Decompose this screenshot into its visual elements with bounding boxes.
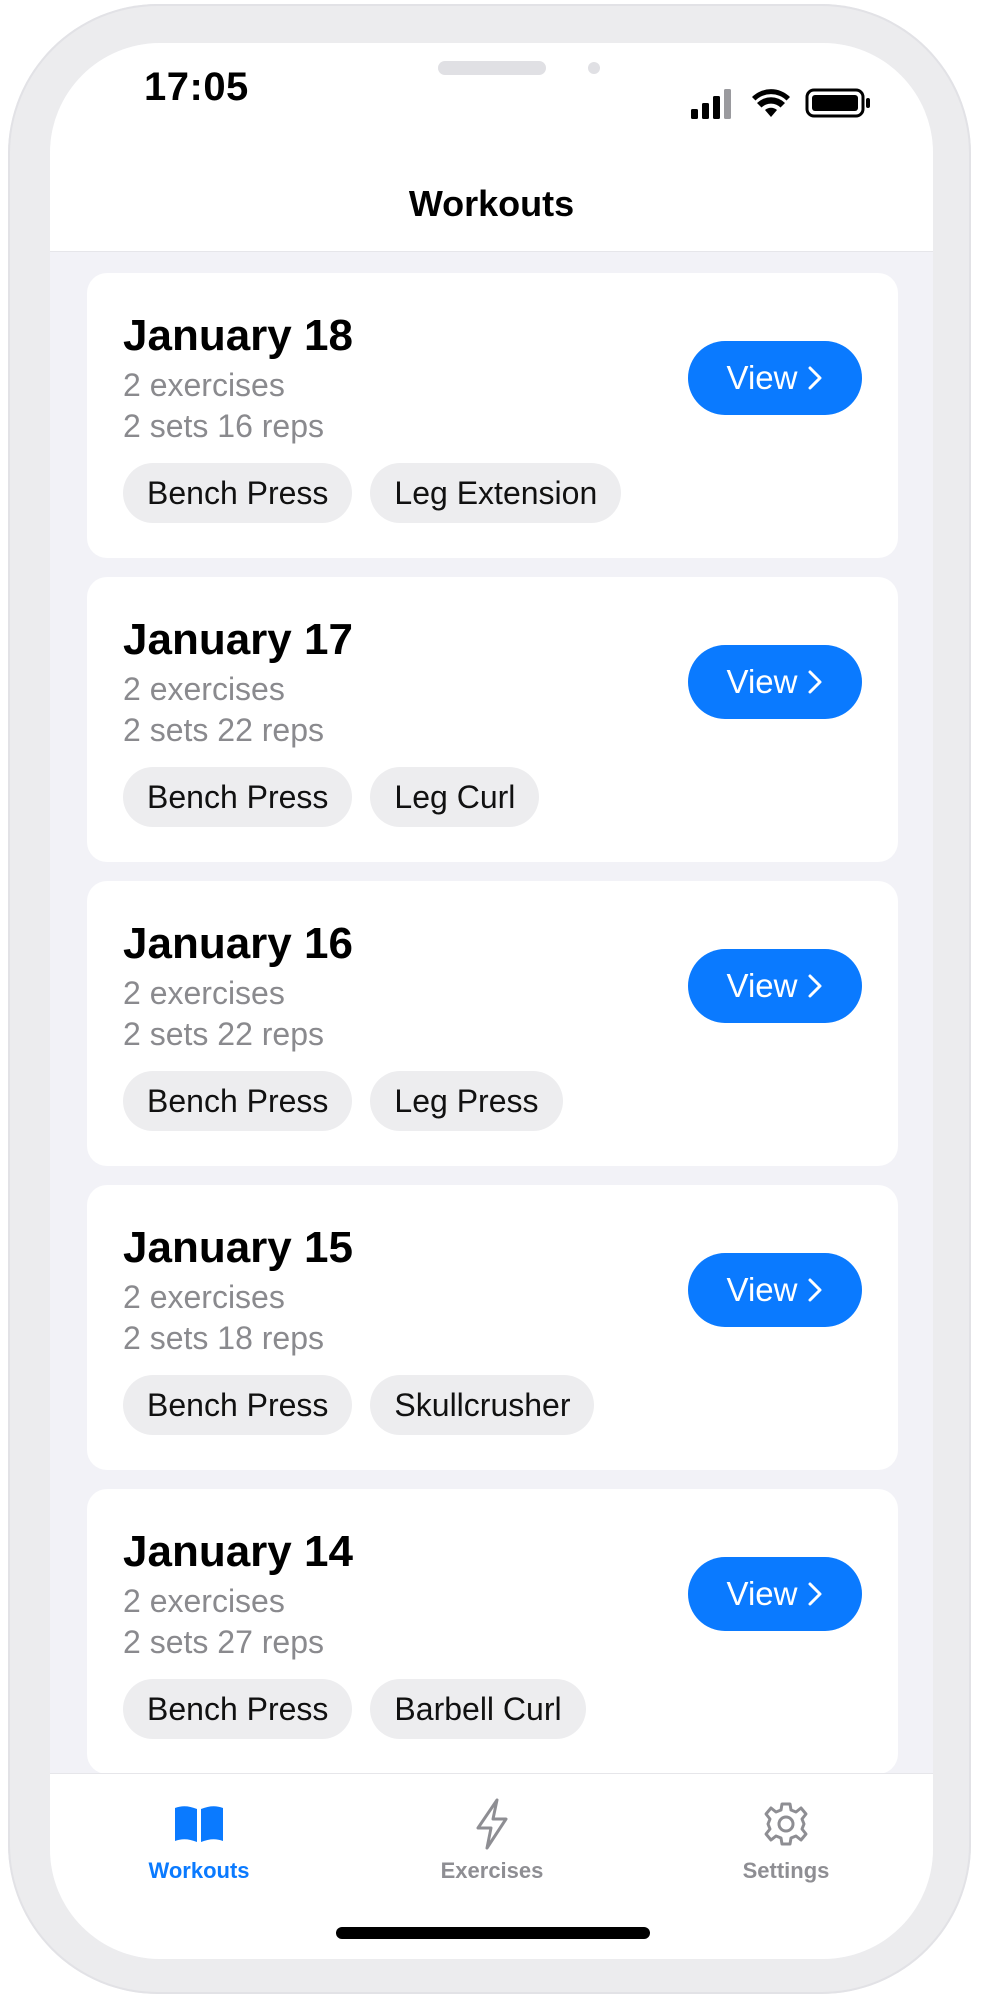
tab-label: Exercises [440,1858,544,1883]
exercise-tags: Bench Press Leg Curl [123,767,540,827]
exercise-tags: Bench Press Skullcrusher [123,1375,595,1435]
chevron-right-icon [807,365,823,391]
navigation-bar: Workouts [50,163,933,252]
tab-settings[interactable]: Settings [686,1796,886,1884]
gear-icon [686,1796,886,1852]
battery-icon [805,88,870,118]
sets-reps-summary: 2 sets 16 reps [123,408,324,444]
exercise-tag: Leg Extension [370,463,622,523]
workout-date: January 15 [123,1223,353,1272]
chevron-right-icon [807,669,823,695]
exercise-tag: Bench Press [123,1679,353,1739]
view-button[interactable]: View [688,949,862,1023]
book-icon [99,1796,299,1852]
view-button-label: View [726,1271,798,1308]
view-button[interactable]: View [688,1557,862,1631]
workout-date: January 17 [123,615,353,664]
view-button[interactable]: View [688,1253,862,1327]
wifi-icon [752,89,790,117]
sets-reps-summary: 2 sets 18 reps [123,1320,324,1356]
chevron-right-icon [807,1581,823,1607]
tab-label: Workouts [148,1858,250,1883]
front-camera [588,62,600,74]
exercise-tag: Skullcrusher [370,1375,595,1435]
exercise-tag: Bench Press [123,463,353,523]
workout-card: January 18 2 exercises 2 sets 16 reps Vi… [87,273,898,558]
exercise-tags: Bench Press Barbell Curl [123,1679,586,1739]
exercise-count: 2 exercises [123,1583,285,1619]
screen: 17:05 Workouts January 18 2 exercises 2 … [50,43,933,1959]
view-button-label: View [726,1575,798,1612]
exercise-tag: Bench Press [123,767,353,827]
sets-reps-summary: 2 sets 27 reps [123,1624,324,1660]
exercise-tag: Bench Press [123,1071,353,1131]
tab-exercises[interactable]: Exercises [392,1796,592,1884]
exercise-tag: Leg Curl [370,767,540,827]
workout-card: January 14 2 exercises 2 sets 27 reps Vi… [87,1489,898,1774]
cellular-signal-icon [691,89,731,119]
view-button-label: View [726,359,798,396]
speaker-grille [438,61,546,75]
home-indicator [336,1927,650,1939]
workout-card: January 17 2 exercises 2 sets 22 reps Vi… [87,577,898,862]
exercise-tag: Barbell Curl [370,1679,586,1739]
status-time: 17:05 [144,65,249,109]
workout-card: January 16 2 exercises 2 sets 22 reps Vi… [87,881,898,1166]
bolt-icon [392,1796,592,1852]
chevron-right-icon [807,973,823,999]
exercise-count: 2 exercises [123,1279,285,1315]
notch [305,43,679,115]
view-button-label: View [726,967,798,1004]
exercise-tag: Leg Press [370,1071,563,1131]
workout-date: January 18 [123,311,353,360]
status-icons [691,87,875,119]
workout-date: January 16 [123,919,353,968]
workout-card: January 15 2 exercises 2 sets 18 reps Vi… [87,1185,898,1470]
workout-date: January 14 [123,1527,353,1576]
exercise-count: 2 exercises [123,975,285,1011]
exercise-tags: Bench Press Leg Press [123,1071,563,1131]
page-title: Workouts [408,183,575,224]
tab-workouts[interactable]: Workouts [99,1796,299,1884]
view-button-label: View [726,663,798,700]
exercise-tags: Bench Press Leg Extension [123,463,622,523]
exercise-tag: Bench Press [123,1375,353,1435]
chevron-right-icon [807,1277,823,1303]
sets-reps-summary: 2 sets 22 reps [123,1016,324,1052]
view-button[interactable]: View [688,645,862,719]
exercise-count: 2 exercises [123,671,285,707]
exercise-count: 2 exercises [123,367,285,403]
tab-label: Settings [742,1858,830,1883]
status-bar: 17:05 [50,43,933,163]
view-button[interactable]: View [688,341,862,415]
sets-reps-summary: 2 sets 22 reps [123,712,324,748]
